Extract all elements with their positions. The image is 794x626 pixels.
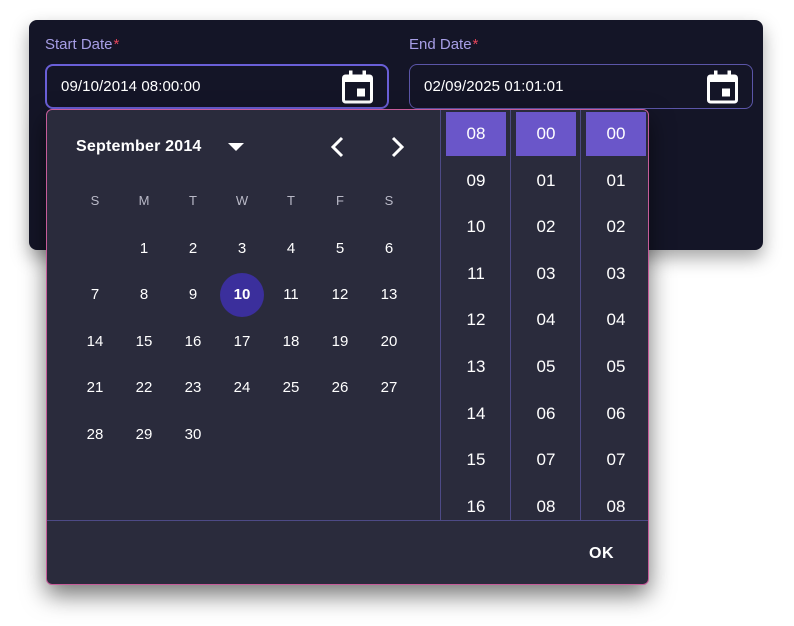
- day-cell[interactable]: 3: [220, 226, 264, 270]
- day-cell[interactable]: 21: [73, 366, 117, 410]
- day-cell[interactable]: 19: [318, 319, 362, 363]
- second-option[interactable]: 01: [586, 159, 646, 203]
- start-date-label: Start Date*: [45, 36, 120, 53]
- start-date-field[interactable]: 09/10/2014 08:00:00: [45, 64, 389, 109]
- day-cell[interactable]: 8: [122, 273, 166, 317]
- day-cell[interactable]: 30: [171, 412, 215, 456]
- weekday-label: S: [384, 193, 394, 208]
- chevron-right-icon[interactable]: [385, 134, 409, 160]
- weekday-label: T: [287, 193, 295, 208]
- second-option[interactable]: 04: [586, 298, 646, 342]
- ok-button[interactable]: OK: [589, 545, 614, 563]
- minute-option[interactable]: 06: [516, 392, 576, 436]
- hour-selected[interactable]: 08: [446, 112, 506, 156]
- second-option[interactable]: 03: [586, 252, 646, 296]
- day-cell[interactable]: 17: [220, 319, 264, 363]
- day-cell[interactable]: 22: [122, 366, 166, 410]
- day-cell[interactable]: 23: [171, 366, 215, 410]
- weekday-label: S: [90, 193, 100, 208]
- minute-option[interactable]: 07: [516, 438, 576, 482]
- weekday-label: F: [336, 193, 344, 208]
- day-cell[interactable]: 25: [269, 366, 313, 410]
- hour-option[interactable]: 12: [446, 298, 506, 342]
- weekday-label: M: [138, 193, 150, 208]
- hour-column[interactable]: 08 09 10 11 12 13 14 15 16: [440, 110, 510, 521]
- second-column[interactable]: 00 01 02 03 04 05 06 07 08: [580, 110, 648, 521]
- calendar-icon[interactable]: [707, 70, 738, 103]
- hour-option[interactable]: 09: [446, 159, 506, 203]
- hour-option[interactable]: 15: [446, 438, 506, 482]
- day-cell[interactable]: 26: [318, 366, 362, 410]
- chevron-left-icon[interactable]: [326, 134, 350, 160]
- day-cell[interactable]: 5: [318, 226, 362, 270]
- minute-option[interactable]: 01: [516, 159, 576, 203]
- day-cell[interactable]: 28: [73, 412, 117, 456]
- end-date-label: End Date*: [409, 36, 479, 53]
- second-option[interactable]: 05: [586, 345, 646, 389]
- end-date-field[interactable]: 02/09/2025 01:01:01: [409, 64, 753, 109]
- hour-option[interactable]: 11: [446, 252, 506, 296]
- weekday-label: T: [189, 193, 197, 208]
- minute-option[interactable]: 04: [516, 298, 576, 342]
- day-cell[interactable]: 7: [73, 273, 117, 317]
- weekday-label: W: [235, 193, 249, 208]
- day-cell[interactable]: 16: [171, 319, 215, 363]
- minute-selected[interactable]: 00: [516, 112, 576, 156]
- day-cell[interactable]: 24: [220, 366, 264, 410]
- required-mark: *: [113, 36, 120, 53]
- minute-column[interactable]: 00 01 02 03 04 05 06 07 08: [510, 110, 580, 521]
- day-cell[interactable]: 18: [269, 319, 313, 363]
- hour-option[interactable]: 10: [446, 205, 506, 249]
- day-cell[interactable]: 11: [269, 273, 313, 317]
- day-cell[interactable]: 20: [367, 319, 411, 363]
- selected-day[interactable]: 10: [220, 272, 264, 317]
- dropdown-caret-icon[interactable]: [228, 143, 244, 151]
- minute-option[interactable]: 03: [516, 252, 576, 296]
- second-option[interactable]: 06: [586, 392, 646, 436]
- month-year-label[interactable]: September 2014: [76, 138, 202, 156]
- day-cell[interactable]: 12: [318, 273, 362, 317]
- start-date-value[interactable]: 09/10/2014 08:00:00: [61, 78, 201, 95]
- second-option[interactable]: 07: [586, 438, 646, 482]
- day-cell[interactable]: 4: [269, 226, 313, 270]
- datetime-picker-popup: September 2014 SMTWTFS 1 2 3 4 5 6 7 8 9 10 11 12 13…: [46, 109, 649, 585]
- hour-option[interactable]: 14: [446, 392, 506, 436]
- calendar-icon[interactable]: [342, 70, 373, 103]
- required-mark: *: [472, 36, 479, 53]
- picker-footer: OK: [47, 520, 648, 584]
- hour-option[interactable]: 13: [446, 345, 506, 389]
- day-cell[interactable]: 13: [367, 273, 411, 317]
- day-cell[interactable]: 29: [122, 412, 166, 456]
- end-date-value[interactable]: 02/09/2025 01:01:01: [424, 78, 564, 95]
- minute-option[interactable]: 02: [516, 205, 576, 249]
- day-cell[interactable]: 2: [171, 226, 215, 270]
- day-cell[interactable]: 9: [171, 273, 215, 317]
- second-option[interactable]: 02: [586, 205, 646, 249]
- day-cell[interactable]: 6: [367, 226, 411, 270]
- second-selected[interactable]: 00: [586, 112, 646, 156]
- day-cell[interactable]: 27: [367, 366, 411, 410]
- day-cell[interactable]: 15: [122, 319, 166, 363]
- day-cell[interactable]: 14: [73, 319, 117, 363]
- minute-option[interactable]: 05: [516, 345, 576, 389]
- day-cell[interactable]: 1: [122, 226, 166, 270]
